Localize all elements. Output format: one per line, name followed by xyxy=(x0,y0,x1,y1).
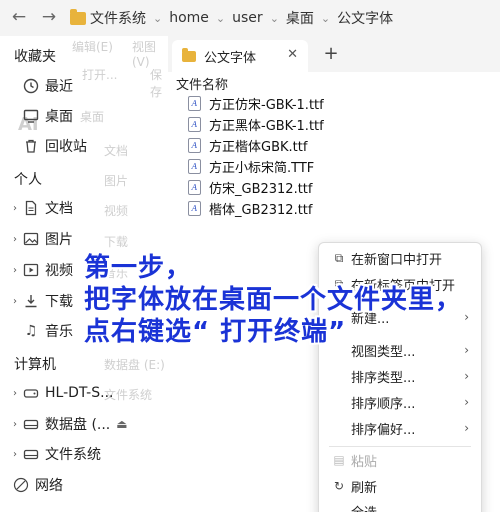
favorites-heading: 收藏夹 xyxy=(14,49,56,65)
font-file-icon: A xyxy=(188,117,201,132)
column-header-name[interactable]: 文件名称 xyxy=(176,74,228,93)
sidebar-item-optical-drive[interactable]: › HL-DT-S... xyxy=(8,380,158,406)
chevron-right-icon: › xyxy=(464,395,469,409)
download-icon xyxy=(22,292,40,310)
breadcrumb-home[interactable]: home xyxy=(169,10,209,26)
close-icon[interactable]: ✕ xyxy=(287,47,298,62)
sidebar-item-network[interactable]: 网络 xyxy=(8,472,158,498)
chevron-right-icon[interactable]: › xyxy=(8,449,22,460)
back-arrow-icon: ← xyxy=(11,7,27,27)
menu-item-paste[interactable]: ▤ 粘贴 xyxy=(319,447,481,473)
chevron-down-icon[interactable]: ⌄ xyxy=(321,12,330,25)
ghost-menu-view: 视图(V) xyxy=(132,40,157,69)
paste-icon: ▤ xyxy=(333,453,345,467)
drive-icon xyxy=(22,415,40,433)
menu-item-select-all[interactable]: 全选 xyxy=(319,498,481,512)
sidebar-item-documents[interactable]: › 文档 xyxy=(8,195,158,221)
path-bar: ← → 文件系统 ⌄ home ⌄ user ⌄ 桌面 ⌄ 公文字体 xyxy=(0,0,500,36)
menu-item-refresh[interactable]: ↻ 刷新 xyxy=(319,473,481,499)
file-item[interactable]: A 方正黑体-GBK-1.ttf xyxy=(176,114,326,135)
video-icon xyxy=(22,261,40,279)
sidebar-item-data-disk[interactable]: › 数据盘 (... ⏏ xyxy=(8,411,158,437)
annotation-step-title: 第一步， xyxy=(84,253,193,283)
network-icon xyxy=(12,476,30,494)
font-file-icon: A xyxy=(188,180,201,195)
font-file-icon: A xyxy=(188,159,201,174)
chevron-right-icon[interactable]: › xyxy=(8,265,22,276)
breadcrumb-user[interactable]: user xyxy=(232,10,263,26)
chevron-right-icon: › xyxy=(464,310,469,324)
picture-icon xyxy=(22,230,40,248)
chevron-right-icon[interactable]: › xyxy=(8,296,22,307)
desktop-icon xyxy=(22,107,40,125)
drive-icon xyxy=(22,445,40,463)
context-menu: ⧉ 在新窗口中打开 ⧉ 在新标签页中打开 新建... › 视图类型... › 排… xyxy=(318,242,482,512)
sidebar-item-desktop[interactable]: 桌面 xyxy=(8,103,158,129)
chevron-right-icon: › xyxy=(464,421,469,435)
annotation-step-line: 点右键选“ 打开终端” xyxy=(84,317,347,347)
breadcrumb-desktop[interactable]: 桌面 xyxy=(286,8,314,28)
back-button[interactable]: ← xyxy=(6,4,32,30)
chevron-down-icon[interactable]: ⌄ xyxy=(216,12,225,25)
menu-item-sort-preference[interactable]: 排序偏好... › xyxy=(319,415,481,441)
chevron-down-icon[interactable]: ⌄ xyxy=(270,12,279,25)
sidebar-item-trash[interactable]: 回收站 xyxy=(8,133,158,159)
sidebar-item-pictures[interactable]: › 图片 xyxy=(8,226,158,252)
sidebar-item-filesystem[interactable]: › 文件系统 xyxy=(8,441,158,467)
chevron-right-icon: › xyxy=(464,343,469,357)
personal-heading: 个人 xyxy=(14,172,42,188)
sidebar-item-recent[interactable]: 最近 xyxy=(8,73,158,99)
chevron-right-icon[interactable]: › xyxy=(8,203,22,214)
folder-icon xyxy=(182,47,196,62)
clock-icon xyxy=(22,77,40,95)
computer-heading: 计算机 xyxy=(14,357,56,373)
music-icon: ♫ xyxy=(24,323,38,339)
annotation-step-line: 把字体放在桌面一个文件夹里， xyxy=(84,285,463,315)
file-item[interactable]: A 方正楷体GBK.ttf xyxy=(176,135,326,156)
forward-arrow-icon: → xyxy=(41,7,57,27)
ghost-menu-edit: 编辑(E) xyxy=(72,40,113,54)
file-item[interactable]: A 仿宋_GB2312.ttf xyxy=(176,177,326,198)
menu-item-open-new-window[interactable]: ⧉ 在新窗口中打开 xyxy=(319,245,481,271)
trash-icon xyxy=(22,137,40,155)
optical-drive-icon xyxy=(22,384,40,402)
eject-icon[interactable]: ⏏ xyxy=(116,417,127,431)
tab-current-folder[interactable]: 公文字体 ✕ xyxy=(172,40,308,72)
file-item[interactable]: A 方正仿宋-GBK-1.ttf xyxy=(176,93,326,114)
tab-bar: 公文字体 ✕ + xyxy=(168,36,500,72)
ghost-pictures: 图片 xyxy=(104,174,129,188)
new-window-icon: ⧉ xyxy=(334,250,344,265)
document-icon xyxy=(22,199,40,217)
new-tab-button[interactable]: + xyxy=(320,44,342,66)
refresh-icon: ↻ xyxy=(333,479,345,493)
font-file-icon: A xyxy=(188,138,201,153)
menu-item-sort-type[interactable]: 排序类型... › xyxy=(319,363,481,389)
breadcrumb: 文件系统 ⌄ home ⌄ user ⌄ 桌面 ⌄ 公文字体 xyxy=(70,3,393,33)
ghost-datadisk: 数据盘 (E:) xyxy=(104,358,165,372)
chevron-right-icon[interactable]: › xyxy=(8,234,22,245)
font-file-icon: A xyxy=(188,96,201,111)
chevron-down-icon[interactable]: ⌄ xyxy=(153,12,162,25)
forward-button[interactable]: → xyxy=(36,4,62,30)
chevron-right-icon[interactable]: › xyxy=(8,419,22,430)
folder-icon xyxy=(70,8,86,25)
breadcrumb-current-folder[interactable]: 公文字体 xyxy=(337,8,393,28)
font-file-icon: A xyxy=(188,201,201,216)
breadcrumb-filesystem[interactable]: 文件系统 xyxy=(70,8,146,28)
file-item[interactable]: A 楷体_GB2312.ttf xyxy=(176,198,326,219)
chevron-right-icon: › xyxy=(464,369,469,383)
file-item[interactable]: A 方正小标宋简.TTF xyxy=(176,156,326,177)
menu-item-sort-order[interactable]: 排序顺序... › xyxy=(319,389,481,415)
chevron-right-icon[interactable]: › xyxy=(8,388,22,399)
